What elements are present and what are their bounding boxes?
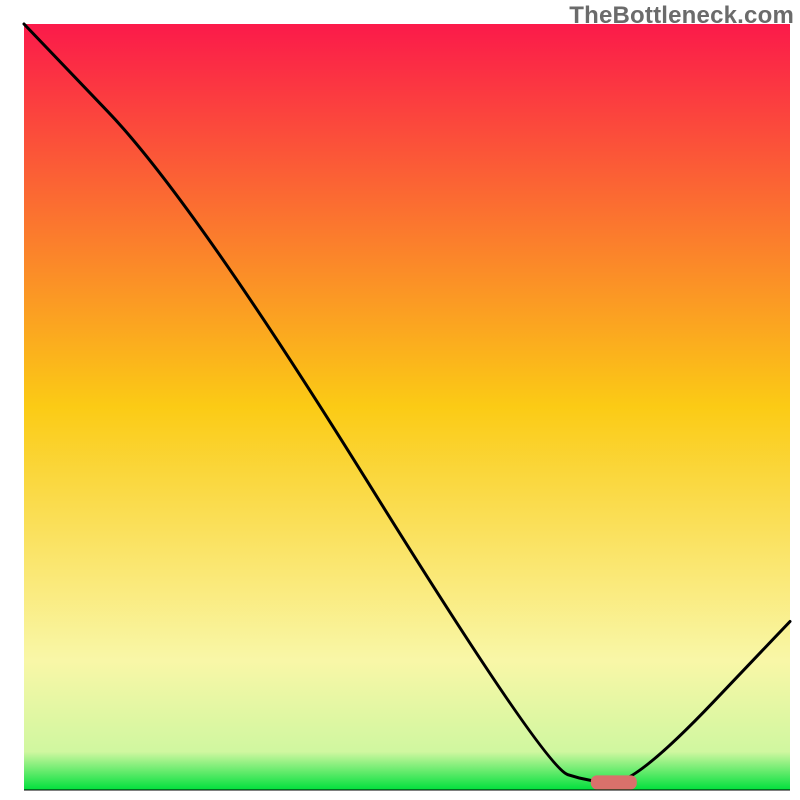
- bottleneck-chart: [0, 0, 800, 800]
- sweet-spot-marker: [591, 775, 637, 789]
- chart-stage: TheBottleneck.com: [0, 0, 800, 800]
- gradient-background: [24, 24, 790, 790]
- watermark-text: TheBottleneck.com: [569, 2, 794, 30]
